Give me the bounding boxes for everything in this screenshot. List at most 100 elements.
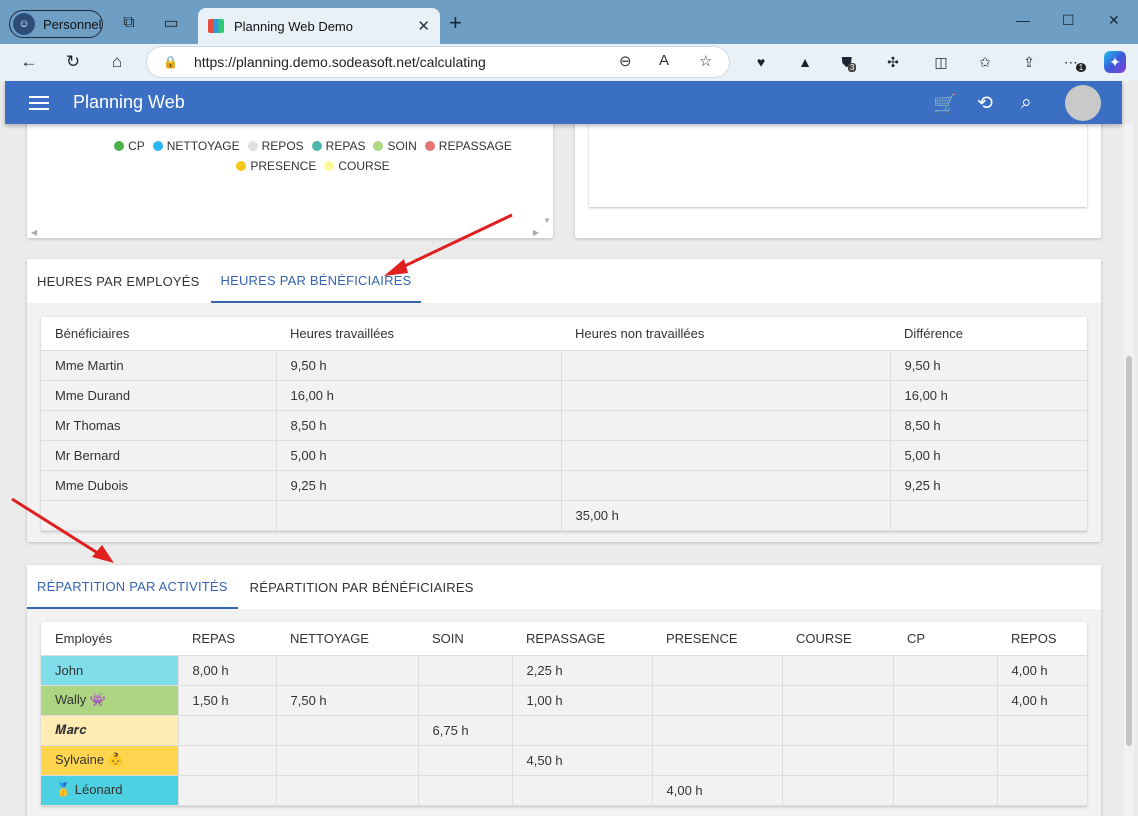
chart-scroll-left-icon[interactable]: ◀ <box>31 228 37 237</box>
extensions-puzzle-icon[interactable]: ✣ <box>882 51 904 73</box>
table-cell <box>893 655 998 686</box>
browser-essentials-icon[interactable]: ♥ <box>750 51 772 73</box>
legend-item[interactable]: PRESENCE <box>236 159 316 173</box>
tab-heures-par-beneficiaires[interactable]: HEURES PAR BÉNÉFICIAIRES <box>210 259 422 303</box>
workspaces-icon[interactable]: ⧉ <box>118 12 140 34</box>
tab-repartition-par-beneficiaires[interactable]: RÉPARTITION PAR BÉNÉFICIAIRES <box>240 565 484 609</box>
table-cell <box>276 745 419 776</box>
table-cell <box>561 410 891 441</box>
table-cell <box>561 380 891 411</box>
app-toolbar: Planning Web 🛒 ⟲ ⌕ <box>5 81 1122 124</box>
address-bar[interactable]: 🔒 https://planning.demo.sodeasoft.net/ca… <box>146 46 730 78</box>
legend-dot-icon <box>236 161 247 171</box>
extension-badge-count: 3 <box>848 62 857 72</box>
legend-row: CP NETTOYAGE REPOS REPAS SOIN REPASSAGE <box>83 139 543 153</box>
table-cell <box>782 655 894 686</box>
home-icon[interactable]: ⌂ <box>105 50 129 74</box>
share-icon[interactable]: ⇪ <box>1018 51 1040 73</box>
column-header[interactable]: Employés <box>41 622 178 656</box>
zoom-icon[interactable]: ⊖ <box>619 52 632 70</box>
column-header[interactable]: NETTOYAGE <box>276 622 418 656</box>
favorites-icon[interactable]: ✩ <box>974 51 996 73</box>
legend-item[interactable]: REPOS <box>247 139 304 153</box>
page-scrollbar[interactable] <box>1124 124 1134 816</box>
legend-item[interactable]: SOIN <box>373 139 417 153</box>
column-header[interactable]: CP <box>893 622 997 656</box>
column-header[interactable]: REPASSAGE <box>512 622 652 656</box>
copilot-icon[interactable]: ✦ <box>1104 51 1126 73</box>
more-options-icon[interactable]: ⋯ 1 <box>1064 51 1087 73</box>
legend-item[interactable]: REPASSAGE <box>424 139 512 153</box>
back-icon[interactable]: ← <box>17 50 41 74</box>
table-cell <box>893 685 998 716</box>
table-cell <box>782 685 894 716</box>
table-cell <box>652 685 783 716</box>
profile-avatar-icon: ☺ <box>13 13 35 35</box>
chart-scroll-down-icon[interactable]: ▼ <box>543 216 551 225</box>
browser-tab-active[interactable]: Planning Web Demo ✕ <box>198 8 440 44</box>
table-cell <box>652 715 783 746</box>
close-tab-icon[interactable]: ✕ <box>417 17 430 35</box>
legend-item[interactable]: NETTOYAGE <box>152 139 240 153</box>
table-cell: 1,50 h <box>178 685 277 716</box>
table-cell: 9,50 h <box>276 350 562 381</box>
table-cell <box>652 655 783 686</box>
new-tab-icon[interactable]: + <box>449 12 462 34</box>
close-window-icon[interactable]: ✕ <box>1108 12 1120 29</box>
table-cell <box>890 500 1087 531</box>
legend-label: CP <box>128 139 145 153</box>
legend-label: NETTOYAGE <box>166 139 240 153</box>
table-cell: Mme Durand <box>41 380 277 411</box>
table-cell: 9,25 h <box>276 470 562 501</box>
legend-dot-icon <box>311 141 322 151</box>
table-row: 🥇 Léonard 4,00 h <box>41 775 1087 806</box>
legend-item[interactable]: CP <box>114 139 145 153</box>
refresh-icon[interactable]: ↻ <box>61 50 85 74</box>
column-header[interactable]: Différence <box>890 317 1087 351</box>
tab-heures-par-employes[interactable]: HEURES PAR EMPLOYÉS <box>27 259 210 303</box>
column-header[interactable]: Heures travaillées <box>276 317 561 351</box>
app-viewport: Planning Web 🛒 ⟲ ⌕ CP NETTOYAGE REPOS REPAS… <box>0 81 1138 816</box>
profile-button[interactable]: ☺ Personnel <box>9 10 103 38</box>
minimize-icon[interactable]: — <box>1016 12 1030 28</box>
read-aloud-icon[interactable]: A <box>659 52 669 69</box>
column-header[interactable]: REPOS <box>997 622 1087 656</box>
table-cell: Mr Bernard <box>41 440 277 471</box>
table-row: Sylvaine 👶 4,50 h <box>41 745 1087 776</box>
split-screen-icon[interactable]: ◫ <box>930 51 952 73</box>
search-icon[interactable]: ⌕ <box>1021 92 1032 114</box>
legend-label: REPAS <box>325 139 366 153</box>
legend-item[interactable]: REPAS <box>311 139 366 153</box>
column-header[interactable]: SOIN <box>418 622 512 656</box>
tab-actions-icon[interactable]: ▭ <box>160 12 182 34</box>
column-header[interactable]: Bénéficiaires <box>41 317 276 351</box>
hours-card: HEURES PAR EMPLOYÉS HEURES PAR BÉNÉFICIA… <box>27 259 1101 542</box>
chart-scroll-right-icon[interactable]: ▶ <box>533 228 539 237</box>
table-cell <box>418 745 513 776</box>
favorite-star-icon[interactable]: ☆ <box>699 52 712 70</box>
extension-shield-icon[interactable]: ⛊ 3 <box>838 51 860 73</box>
table-cell <box>178 745 277 776</box>
column-header[interactable]: REPAS <box>178 622 276 656</box>
history-icon[interactable]: ⟲ <box>977 92 993 115</box>
table-cell <box>561 350 891 381</box>
hamburger-menu-icon[interactable] <box>29 95 49 110</box>
employee-name-cell: 🥇 Léonard <box>41 775 179 806</box>
cart-icon[interactable]: 🛒 <box>933 92 957 116</box>
browser-navbar: ← ↻ ⌂ 🔒 https://planning.demo.sodeasoft.… <box>0 44 1138 81</box>
column-header[interactable]: PRESENCE <box>652 622 782 656</box>
tab-repartition-par-activites[interactable]: RÉPARTITION PAR ACTIVITÉS <box>27 565 238 609</box>
table-cell <box>276 655 419 686</box>
table-row: Mme Durand 16,00 h 16,00 h <box>41 380 1087 411</box>
extension-mountain-icon[interactable]: ▲ <box>794 51 816 73</box>
user-avatar[interactable] <box>1065 85 1101 121</box>
column-header[interactable]: Heures non travaillées <box>561 317 890 351</box>
maximize-icon[interactable]: ☐ <box>1062 12 1075 29</box>
legend-item[interactable]: COURSE <box>324 159 390 173</box>
table-cell: 35,00 h <box>561 500 891 531</box>
lock-icon: 🔒 <box>163 55 178 69</box>
legend-row: PRESENCE COURSE <box>83 159 543 173</box>
table-cell <box>997 715 1087 746</box>
page-scrollbar-thumb[interactable] <box>1126 356 1132 746</box>
column-header[interactable]: COURSE <box>782 622 893 656</box>
